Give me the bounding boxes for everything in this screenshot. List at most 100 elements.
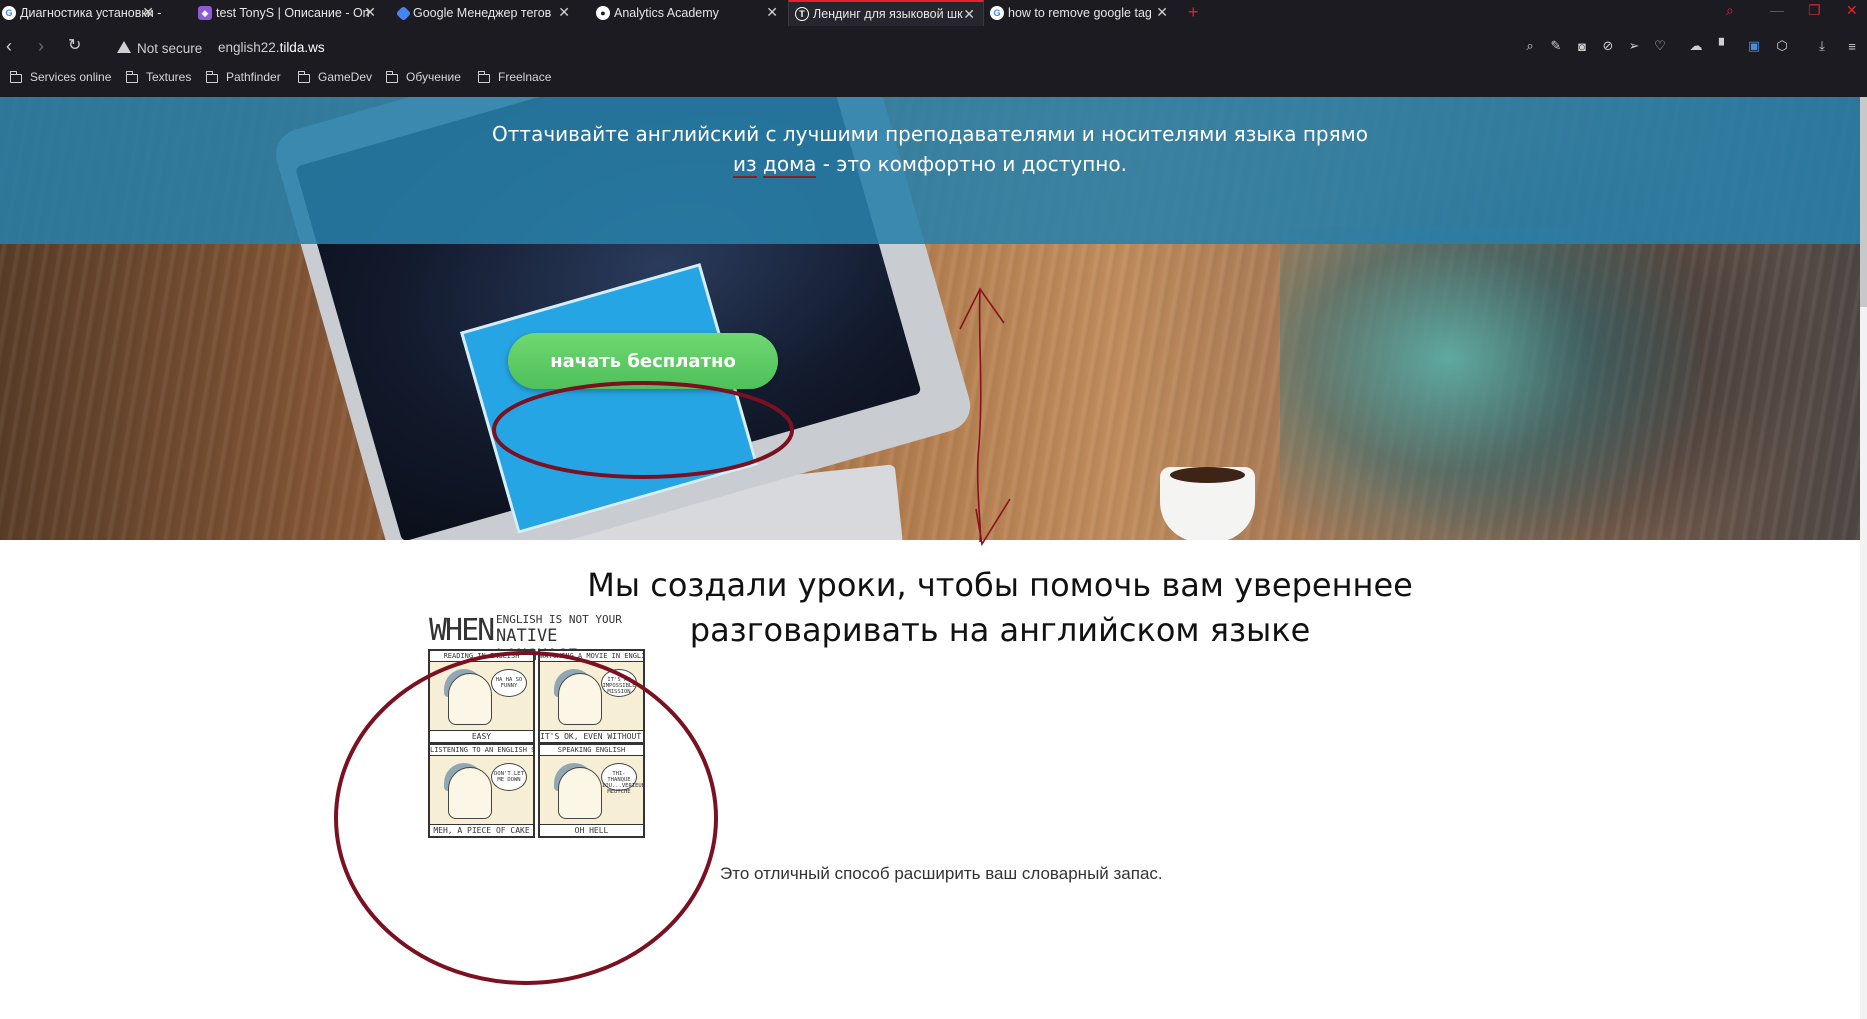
coffee [1170,467,1245,483]
bookmark-services-online[interactable]: Services online [9,70,112,84]
tab-label: how to remove google tag [1008,6,1152,20]
close-icon[interactable]: ✕ [766,5,778,19]
search-tabs-icon[interactable]: ⌕ [1726,2,1734,19]
folder-icon [9,70,22,83]
tab-test-tonys[interactable]: ◆ test TonyS | Описание - On ✕ [198,0,384,26]
tab-label: Google Менеджер тегов [413,6,552,20]
browser-chrome: G Диагностика установки - G ✕ ◆ test Ton… [0,0,1867,97]
google-icon: G [2,6,16,20]
restore-icon[interactable]: ❐ [1808,2,1821,19]
vpn-icon[interactable]: ☁ [1688,38,1704,54]
tab-label: Диагностика установки - G [20,6,162,20]
menu-icon[interactable]: ≡ [1844,38,1860,54]
scrollbar[interactable] [1860,97,1867,1019]
bookmark-obuchenie[interactable]: Обучение [385,70,461,84]
bookmark-label: Обучение [406,70,461,84]
panel-caption-bottom: MEH, A PIECE OF CAKE [430,824,533,836]
folder-icon [205,70,218,83]
character [448,673,492,725]
character [448,767,492,819]
bookmark-label: Pathfinder [226,70,281,84]
tilda-icon: T [795,7,809,21]
tag-manager-icon [395,5,412,21]
section-description: Это отличный способ расширить ваш словар… [720,864,1163,883]
close-window-icon[interactable]: ✕ [1846,2,1858,19]
search-icon[interactable]: ⌕ [1522,38,1538,54]
panel-caption-top: SPEAKING ENGLISH [540,745,643,756]
translate-icon[interactable]: ▣ [1746,38,1762,54]
section-title: Мы создали уроки, чтобы помочь вам увере… [587,566,1413,649]
back-icon[interactable]: ‹ [6,36,12,56]
bookmark-textures[interactable]: Textures [125,70,192,84]
panel-caption-bottom: OH HELL [540,824,643,836]
hero-text-start: Оттачивайте английский с лучшими препода… [492,122,1368,146]
character [558,767,602,819]
camera-icon[interactable]: ◙ [1574,38,1590,54]
bookmark-label: Textures [146,70,192,84]
cube-icon[interactable]: ⬡ [1774,38,1790,54]
tab-analytics-academy[interactable]: ● Analytics Academy ✕ [596,0,786,26]
reload-icon[interactable]: ↻ [68,36,81,56]
panel-caption-top: WATCHING A MOVIE IN ENGLISH [540,651,643,662]
tab-label: test TonyS | Описание - On [216,6,370,20]
hero-text-underline-2: дома [763,152,817,178]
close-icon[interactable]: ✕ [142,5,154,19]
folder-icon [385,70,398,83]
bookmark-label: GameDev [318,70,373,84]
character [558,673,602,725]
background-person [1280,227,1700,540]
tab-diagnostics[interactable]: G Диагностика установки - G ✕ [0,0,162,26]
url-field[interactable]: english22.tilda.ws [218,40,325,55]
forward-icon[interactable]: › [38,36,44,56]
comic-image: WHEN ENGLISH IS NOT YOUR NATIVE LANGUAGE… [424,607,649,839]
start-free-button[interactable]: начать бесплатно [508,333,778,389]
url-prefix: english22. [218,40,280,55]
speech-bubble: DON'T LET ME DOWN [491,763,527,791]
tab-google-tag-manager[interactable]: Google Менеджер тегов ✕ [395,0,578,26]
minimize-icon[interactable]: — [1770,2,1784,18]
bookmark-pathfinder[interactable]: Pathfinder [205,70,281,84]
bookmark-label: Services online [30,70,112,84]
folder-icon [477,70,490,83]
url-domain: tilda.ws [279,40,325,55]
comic-panel: READING IN ENGLISH HA HA SO FUNNY EASY [428,649,535,744]
heart-icon[interactable]: ♡ [1652,38,1668,54]
speech-bubble: IT'S AN IMPOSSIBLE MISSION [601,669,637,697]
comic-title-when: WHEN [429,613,495,648]
tab-landing[interactable]: T Лендинг для языковой шк ✕ [788,0,984,26]
hero-section: skype Оттачивайте английский с лучшими п… [0,97,1860,540]
extension-icon[interactable]: ▘ [1716,38,1732,54]
close-icon[interactable]: ✕ [963,7,975,21]
bookmark-label: Freelnace [498,70,552,84]
bookmark-gamedev[interactable]: GameDev [297,70,373,84]
globe-icon: ● [596,6,610,20]
folder-icon [125,70,138,83]
close-icon[interactable]: ✕ [364,5,376,19]
comic-panel: WATCHING A MOVIE IN ENGLISH IT'S AN IMPO… [538,649,645,744]
tab-label: Лендинг для языковой шк [813,7,963,21]
hero-text-end: - это комфортно и доступно. [816,152,1127,176]
close-icon[interactable]: ✕ [558,5,570,19]
folder-icon [297,70,310,83]
panel-caption-top: LISTENING TO AN ENGLISH SONG [430,745,533,756]
security-status[interactable]: Not secure [137,41,202,56]
comic-panel: SPEAKING ENGLISH THI-THANQUE IOU...VERIE… [538,743,645,838]
panel-caption-top: READING IN ENGLISH [430,651,533,662]
edit-icon[interactable]: ✎ [1548,38,1564,54]
download-icon[interactable]: ⤓ [1814,38,1830,54]
close-icon[interactable]: ✕ [1156,5,1168,19]
panel-caption-bottom: EASY [430,730,533,742]
scrollbar-thumb[interactable] [1860,97,1867,307]
tab-how-to-remove[interactable]: G how to remove google tag ✕ [990,0,1176,26]
tag-manager-icon: ◆ [198,6,212,20]
send-icon[interactable]: ➢ [1626,38,1642,54]
panel-caption-bottom: IT'S OK, EVEN WITHOUT SUBTITLES [540,730,643,742]
block-icon[interactable]: ⊘ [1600,38,1616,54]
comic-subtitle-top: ENGLISH IS NOT YOUR [496,613,622,626]
new-tab-button[interactable]: + [1188,2,1199,22]
comic-panel: LISTENING TO AN ENGLISH SONG DON'T LET M… [428,743,535,838]
hero-text-underline-1: из [733,152,757,178]
hero-headline: Оттачивайте английский с лучшими препода… [480,119,1380,179]
bookmark-freelnace[interactable]: Freelnace [477,70,552,84]
speech-bubble: THI-THANQUE IOU...VERIEUH MEUTCHE [601,763,645,795]
